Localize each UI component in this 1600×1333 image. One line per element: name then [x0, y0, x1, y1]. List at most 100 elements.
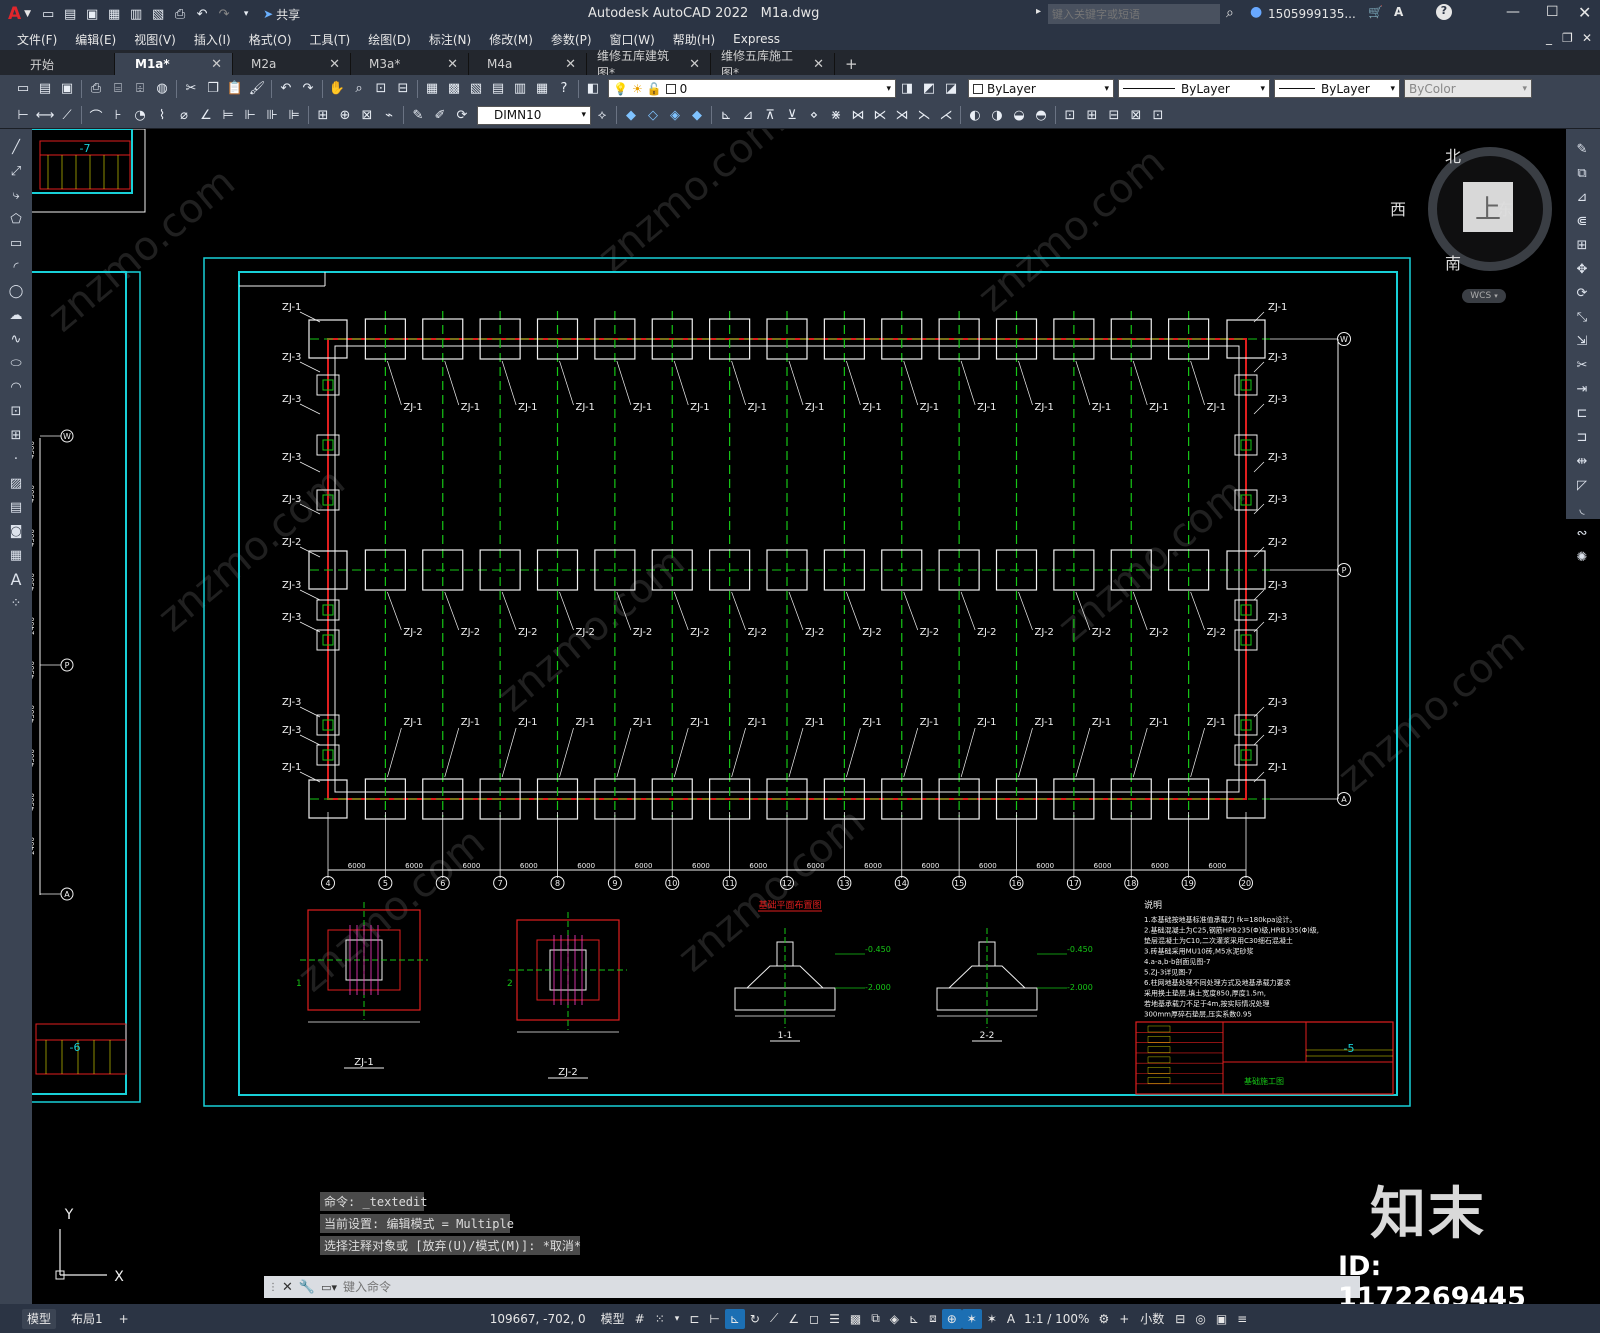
- dim-aligned-icon[interactable]: ⟋: [58, 106, 76, 124]
- undo-tb-icon[interactable]: ↶: [277, 80, 295, 98]
- dim-radius-icon[interactable]: ◔: [131, 106, 149, 124]
- gizmo-icon[interactable]: ⊕: [941, 1308, 962, 1329]
- view-front-icon[interactable]: ◆: [622, 106, 640, 124]
- line-icon[interactable]: ╱: [6, 137, 26, 157]
- menu-parametric[interactable]: 参数(P): [542, 31, 601, 48]
- maximize-icon[interactable]: ☐: [1546, 4, 1559, 20]
- help-tb-icon[interactable]: ?: [555, 80, 573, 98]
- qat-dropdown-icon[interactable]: ▾: [237, 5, 255, 23]
- layer-state-icon[interactable]: ◪: [942, 80, 960, 98]
- object-snap-tracking-icon[interactable]: ∠: [783, 1309, 804, 1329]
- lineweight-toggle-icon[interactable]: ☰: [824, 1309, 845, 1329]
- open-icon[interactable]: ▤: [36, 80, 54, 98]
- compass-west[interactable]: 西: [1390, 196, 1406, 220]
- lineweight-dropdown[interactable]: ByLayer ▾: [1274, 79, 1400, 98]
- quickcalc-icon[interactable]: ▦: [533, 80, 551, 98]
- coordinates-readout[interactable]: 109667, -702, 0: [490, 1312, 586, 1326]
- save-icon[interactable]: ▣: [83, 5, 101, 23]
- dim-ordinate-icon[interactable]: ⊦: [109, 106, 127, 124]
- properties-icon[interactable]: ▦: [423, 80, 441, 98]
- color-dropdown[interactable]: ByLayer ▾: [968, 79, 1114, 98]
- quick-properties-icon[interactable]: ⊟: [1170, 1309, 1190, 1329]
- 3d-dwf-icon[interactable]: ◍: [153, 80, 171, 98]
- ucs-face-icon[interactable]: ⊻: [783, 106, 801, 124]
- spline-icon[interactable]: ∿: [6, 329, 26, 349]
- make-block-icon[interactable]: ⊞: [1083, 106, 1101, 124]
- construction-line-icon[interactable]: ⤢: [6, 161, 26, 181]
- user-icon[interactable]: ●: [1250, 4, 1262, 20]
- menu-help[interactable]: 帮助(H): [664, 31, 724, 48]
- plot-preview-icon[interactable]: ⌸: [109, 80, 127, 98]
- inspect-icon[interactable]: ⊠: [358, 106, 376, 124]
- pan-icon[interactable]: ✋: [328, 80, 346, 98]
- menu-edit[interactable]: 编辑(E): [66, 31, 125, 48]
- stretch-icon[interactable]: ⇲: [1572, 331, 1592, 351]
- menu-dimension[interactable]: 标注(N): [420, 31, 480, 48]
- recent-commands-icon[interactable]: ▭▾: [321, 1281, 337, 1294]
- add-selected-icon[interactable]: ⁘: [6, 593, 26, 613]
- ucs-origin-icon[interactable]: ⋈: [849, 106, 867, 124]
- app-menu-chevron-icon[interactable]: ▼: [24, 9, 31, 19]
- menu-file[interactable]: 文件(F): [8, 31, 66, 48]
- tab-close-icon[interactable]: ✕: [689, 57, 700, 72]
- plot-tb-icon[interactable]: ⎙: [87, 80, 105, 98]
- zoom-realtime-icon[interactable]: ⌕: [350, 80, 368, 98]
- mirror-icon[interactable]: ⊿: [1572, 187, 1592, 207]
- dim-break-icon[interactable]: ⊫: [285, 106, 303, 124]
- add-layout-icon[interactable]: +: [114, 1309, 134, 1329]
- linetype-dropdown[interactable]: ByLayer ▾: [1118, 79, 1270, 98]
- explode-icon[interactable]: ✺: [1572, 547, 1592, 567]
- extend-icon[interactable]: ⇥: [1572, 379, 1592, 399]
- image-icon[interactable]: ⊠: [1127, 106, 1145, 124]
- units-value[interactable]: 小数: [1140, 1310, 1164, 1327]
- customization-icon[interactable]: ≡: [1232, 1309, 1252, 1329]
- tab-close-icon[interactable]: ✕: [211, 57, 222, 72]
- blend-icon[interactable]: ∾: [1572, 523, 1592, 543]
- menu-draw[interactable]: 绘图(D): [359, 31, 420, 48]
- cart-icon[interactable]: 🛒: [1368, 5, 1383, 19]
- save-as-icon[interactable]: ▦: [105, 5, 123, 23]
- render-icon[interactable]: ◒: [1010, 106, 1028, 124]
- tab-m4a[interactable]: M4a ✕: [469, 53, 587, 75]
- dim-angular-icon[interactable]: ∠: [197, 106, 215, 124]
- wcs-menu[interactable]: WCS ▾: [1462, 289, 1506, 303]
- hatch-icon[interactable]: ▨: [6, 473, 26, 493]
- doc-minimize-icon[interactable]: _: [1546, 31, 1552, 45]
- dim-diameter-icon[interactable]: ⌀: [175, 106, 193, 124]
- minimize-icon[interactable]: —: [1506, 4, 1520, 20]
- grid-icon[interactable]: #: [630, 1309, 650, 1329]
- erase-icon[interactable]: ✎: [1572, 139, 1592, 159]
- view-top-icon[interactable]: ◇: [644, 106, 662, 124]
- dim-baseline-icon[interactable]: ⊨: [219, 106, 237, 124]
- dim-update-icon[interactable]: ⟳: [453, 106, 471, 124]
- publish-icon[interactable]: ⌹: [131, 80, 149, 98]
- menu-insert[interactable]: 插入(I): [185, 31, 240, 48]
- auto-scale-icon[interactable]: ✶: [982, 1309, 1002, 1329]
- annotation-scale-icon[interactable]: A: [1002, 1309, 1020, 1329]
- tab-m2a[interactable]: M2a ✕: [233, 53, 351, 75]
- menu-modify[interactable]: 修改(M): [480, 31, 542, 48]
- tab-m3a[interactable]: M3a* ✕: [351, 53, 469, 75]
- array-icon[interactable]: ⊞: [1572, 235, 1592, 255]
- plotstyle-dropdown[interactable]: ByColor ▾: [1404, 79, 1532, 98]
- share-icon[interactable]: ➤: [263, 7, 273, 21]
- dim-continue-icon[interactable]: ⊩: [241, 106, 259, 124]
- compass-south[interactable]: 南: [1445, 250, 1461, 274]
- point-icon[interactable]: ·: [6, 449, 26, 469]
- polar-icon[interactable]: ↻: [745, 1309, 765, 1329]
- infer-constraints-icon[interactable]: ⊏: [684, 1309, 704, 1329]
- ucs-z-icon[interactable]: ⋉: [871, 106, 889, 124]
- tab-construction-drawing[interactable]: 维修五库施工图* ✕: [711, 49, 835, 80]
- insert-icon[interactable]: ⊡: [6, 401, 26, 421]
- share-button[interactable]: 共享: [276, 6, 300, 23]
- ucs-view-icon[interactable]: ⋇: [827, 106, 845, 124]
- help-search-input[interactable]: [1048, 4, 1220, 24]
- tab-arch-drawing[interactable]: 维修五库建筑图* ✕: [587, 49, 711, 80]
- mtext-icon[interactable]: A: [6, 569, 26, 589]
- dim-space-icon[interactable]: ⊪: [263, 106, 281, 124]
- tolerance-icon[interactable]: ⊞: [314, 106, 332, 124]
- menu-tools[interactable]: 工具(T): [301, 31, 360, 48]
- tool-palettes-icon[interactable]: ▧: [467, 80, 485, 98]
- layer-previous-icon[interactable]: ◩: [920, 80, 938, 98]
- revcloud-icon[interactable]: ☁: [6, 305, 26, 325]
